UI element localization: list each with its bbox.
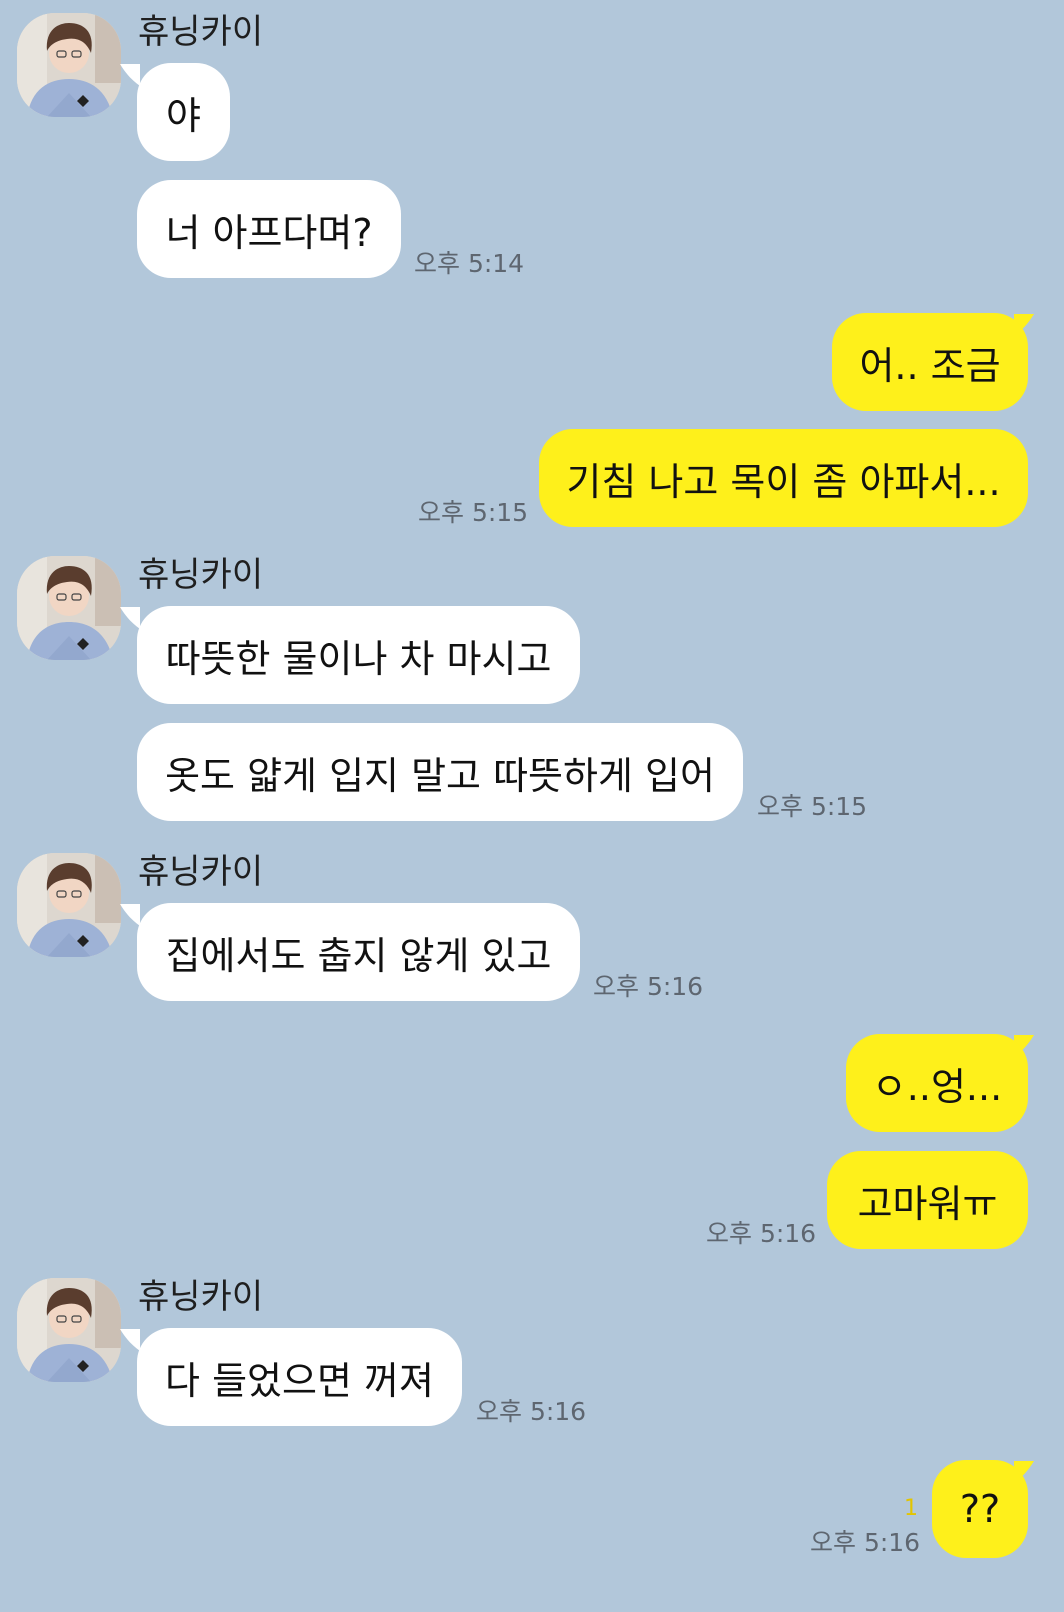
- message-bubble-incoming[interactable]: 옷도 얇게 입지 말고 따뜻하게 입어: [137, 723, 743, 821]
- bubble-tail: [120, 64, 140, 86]
- message-bubble-incoming[interactable]: 다 들었으면 꺼져: [137, 1328, 462, 1426]
- message-bubble-outgoing[interactable]: ??: [932, 1460, 1028, 1558]
- message-timestamp: 오후 5:16: [476, 1397, 587, 1426]
- message-bubble-incoming[interactable]: 집에서도 춥지 않게 있고: [137, 903, 580, 1001]
- avatar[interactable]: [17, 853, 121, 957]
- avatar[interactable]: [17, 1278, 121, 1382]
- message-text: 다 들었으면 꺼져: [165, 1358, 434, 1403]
- message-text: 기침 나고 목이 좀 아파서...: [566, 459, 1001, 504]
- message-timestamp: 오후 5:15: [418, 498, 529, 527]
- profile-photo-icon: [17, 556, 121, 660]
- profile-photo-icon: [17, 13, 121, 117]
- sender-name: 휴닝카이: [138, 555, 264, 595]
- message-timestamp: 오후 5:14: [414, 249, 525, 278]
- message-text: ??: [959, 1487, 1001, 1531]
- avatar[interactable]: [17, 13, 121, 117]
- message-bubble-incoming[interactable]: 따뜻한 물이나 차 마시고: [137, 606, 580, 704]
- message-bubble-outgoing[interactable]: 어.. 조금: [832, 313, 1028, 411]
- message-text: 집에서도 춥지 않게 있고: [165, 933, 552, 978]
- sender-name: 휴닝카이: [138, 852, 264, 892]
- message-timestamp: 오후 5:16: [810, 1528, 921, 1557]
- message-bubble-outgoing[interactable]: ㅇ..엉...: [846, 1034, 1028, 1132]
- message-bubble-outgoing[interactable]: 기침 나고 목이 좀 아파서...: [539, 429, 1028, 527]
- sender-name: 휴닝카이: [138, 12, 264, 52]
- message-text: 옷도 얇게 입지 말고 따뜻하게 입어: [165, 753, 715, 798]
- message-text: 야: [166, 93, 201, 138]
- message-text: 어.. 조금: [859, 343, 1001, 388]
- message-bubble-outgoing[interactable]: 고마워ㅠ: [827, 1151, 1028, 1249]
- profile-photo-icon: [17, 1278, 121, 1382]
- message-text: 고마워ㅠ: [857, 1181, 998, 1226]
- message-bubble-incoming[interactable]: 야: [137, 63, 230, 161]
- bubble-tail: [120, 607, 140, 629]
- avatar[interactable]: [17, 556, 121, 660]
- message-text: 따뜻한 물이나 차 마시고: [165, 636, 552, 681]
- message-timestamp: 오후 5:15: [757, 792, 868, 821]
- message-timestamp: 오후 5:16: [706, 1219, 817, 1248]
- message-bubble-incoming[interactable]: 너 아프다며?: [137, 180, 401, 278]
- unread-count: 1: [904, 1496, 918, 1521]
- bubble-tail: [120, 1329, 140, 1351]
- message-text: ㅇ..엉...: [871, 1064, 1003, 1109]
- profile-photo-icon: [17, 853, 121, 957]
- sender-name: 휴닝카이: [138, 1277, 264, 1317]
- bubble-tail: [120, 904, 140, 926]
- message-text: 너 아프다며?: [165, 210, 373, 255]
- message-timestamp: 오후 5:16: [593, 972, 704, 1001]
